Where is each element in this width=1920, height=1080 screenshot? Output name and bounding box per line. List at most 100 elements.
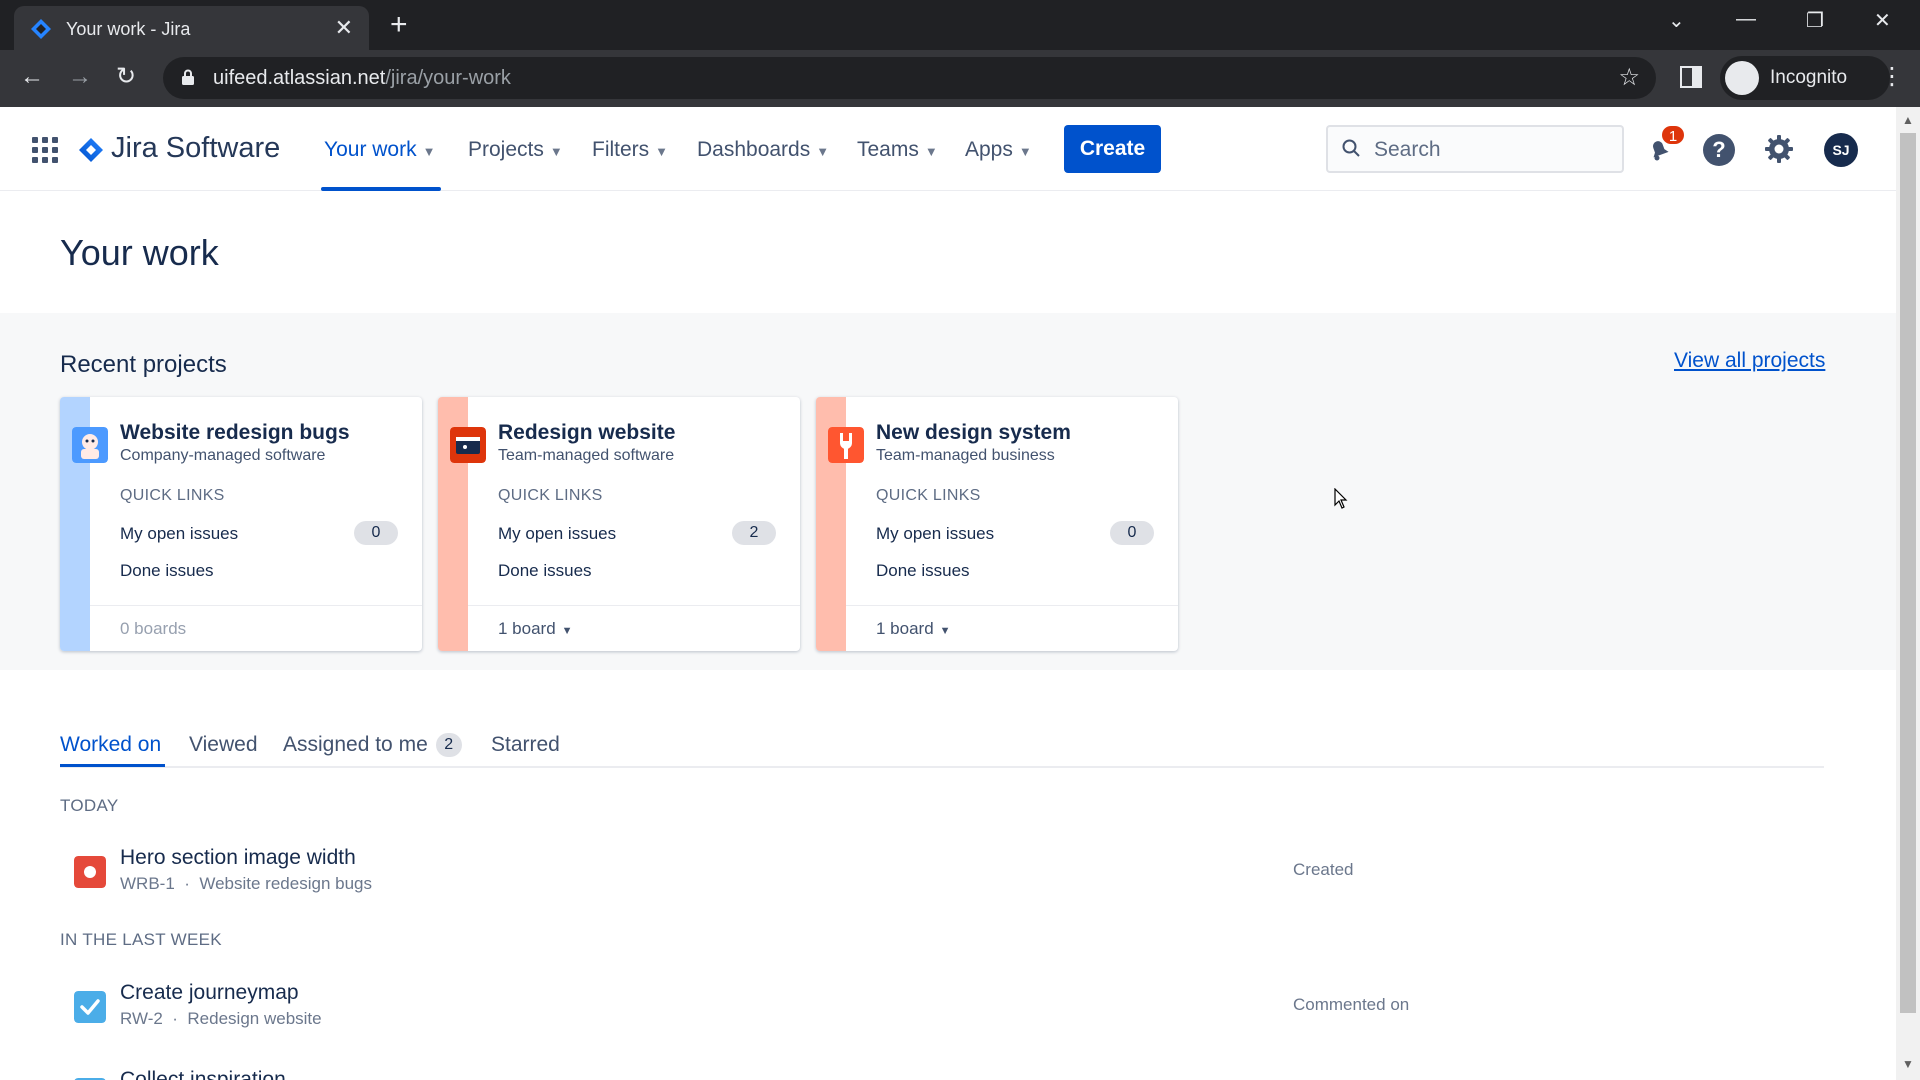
url-path: /jira/your-work bbox=[385, 67, 511, 89]
my-open-issues-link[interactable]: My open issues bbox=[120, 524, 238, 544]
meta-separator: · bbox=[184, 874, 190, 893]
notification-count-badge: 1 bbox=[1660, 124, 1686, 146]
side-panel-icon[interactable] bbox=[1680, 66, 1702, 88]
project-card-redesign-website[interactable]: Redesign website Team-managed software Q… bbox=[438, 397, 800, 651]
section-label-today: TODAY bbox=[60, 796, 119, 815]
project-card-new-design-system[interactable]: New design system Team-managed business … bbox=[816, 397, 1178, 651]
url-text: uifeed.atlassian.net/jira/your-work bbox=[213, 67, 511, 90]
scrollbar-thumb[interactable] bbox=[1900, 133, 1916, 1013]
search-icon bbox=[1342, 139, 1360, 157]
boards-dropdown[interactable]: 1 board ▼ bbox=[876, 619, 951, 639]
search-box[interactable] bbox=[1326, 125, 1624, 173]
open-issues-count-badge: 2 bbox=[732, 521, 776, 545]
jira-logo-icon[interactable] bbox=[78, 137, 104, 163]
app-switcher-icon[interactable] bbox=[32, 137, 58, 163]
nav-filters[interactable]: Filters ▼ bbox=[592, 138, 668, 162]
tab-starred[interactable]: Starred bbox=[491, 733, 560, 757]
new-tab-icon[interactable]: + bbox=[390, 10, 408, 40]
nav-dashboards-label: Dashboards bbox=[697, 138, 811, 161]
list-item[interactable]: Hero section image width WRB-1 · Website… bbox=[60, 846, 1824, 906]
user-avatar[interactable]: SJ bbox=[1824, 133, 1858, 167]
card-divider bbox=[846, 605, 1178, 606]
card-divider bbox=[90, 605, 422, 606]
nav-projects[interactable]: Projects ▼ bbox=[468, 138, 563, 162]
scroll-up-arrow-icon[interactable]: ▲ bbox=[1902, 113, 1914, 127]
nav-teams-label: Teams bbox=[857, 138, 919, 161]
nav-apps[interactable]: Apps ▼ bbox=[965, 138, 1032, 162]
list-item[interactable]: Create journeymap RW-2 · Redesign websit… bbox=[60, 981, 1824, 1041]
project-name[interactable]: Redesign website bbox=[498, 421, 675, 445]
project-name[interactable]: Website redesign bugs bbox=[120, 421, 350, 445]
project-name[interactable]: New design system bbox=[876, 421, 1071, 445]
forward-icon[interactable]: → bbox=[68, 62, 92, 92]
restore-icon[interactable]: ❐ bbox=[1806, 8, 1824, 33]
page-scrollbar[interactable]: ▲ ▼ bbox=[1896, 107, 1920, 1080]
create-button[interactable]: Create bbox=[1064, 125, 1161, 173]
boards-label: 1 board bbox=[876, 619, 934, 638]
reload-icon[interactable]: ↻ bbox=[116, 62, 136, 92]
lock-icon bbox=[182, 69, 194, 85]
jira-logo-text[interactable]: Jira Software bbox=[111, 132, 280, 165]
nav-teams[interactable]: Teams ▼ bbox=[857, 138, 938, 162]
back-icon[interactable]: ← bbox=[20, 62, 44, 92]
my-open-issues-link[interactable]: My open issues bbox=[876, 524, 994, 544]
settings-gear-icon[interactable] bbox=[1763, 133, 1795, 165]
done-issues-link[interactable]: Done issues bbox=[876, 561, 970, 581]
nav-projects-label: Projects bbox=[468, 138, 544, 161]
view-all-projects-link[interactable]: View all projects bbox=[1674, 349, 1825, 373]
issue-title[interactable]: Collect inspiration bbox=[120, 1068, 286, 1080]
issue-key: RW-2 bbox=[120, 1009, 163, 1028]
search-input[interactable] bbox=[1374, 136, 1604, 164]
browser-tab[interactable]: Your work - Jira ✕ bbox=[14, 6, 369, 50]
project-type: Company-managed software bbox=[120, 447, 326, 464]
chevron-down-icon: ▼ bbox=[939, 625, 951, 637]
tab-assigned-label: Assigned to me bbox=[283, 733, 428, 756]
boards-label: 1 board bbox=[498, 619, 556, 638]
issue-project: Website redesign bugs bbox=[199, 874, 372, 893]
jira-top-nav: Jira Software Your work ▼ Projects ▼ Filte… bbox=[0, 107, 1896, 191]
browser-tab-bar: Your work - Jira ✕ + ⌄ — ❐ ✕ bbox=[0, 0, 1920, 50]
issue-meta: RW-2 · Redesign website bbox=[120, 1009, 322, 1029]
scroll-down-arrow-icon[interactable]: ▼ bbox=[1902, 1057, 1914, 1071]
tab-worked-on[interactable]: Worked on bbox=[60, 733, 161, 757]
list-item[interactable]: Collect inspiration bbox=[60, 1068, 1824, 1080]
chevron-down-icon: ▼ bbox=[422, 144, 436, 159]
open-issues-count-badge: 0 bbox=[354, 521, 398, 545]
assigned-count-badge: 2 bbox=[435, 733, 462, 757]
active-tab-indicator bbox=[60, 764, 165, 767]
help-icon[interactable]: ? bbox=[1703, 134, 1735, 166]
url-host: uifeed.atlassian.net bbox=[213, 67, 386, 89]
issue-meta: WRB-1 · Website redesign bugs bbox=[120, 874, 372, 894]
project-type: Team-managed software bbox=[498, 447, 675, 464]
nav-dashboards[interactable]: Dashboards ▼ bbox=[697, 138, 829, 162]
tab-assigned-to-me[interactable]: Assigned to me 2 bbox=[283, 733, 462, 757]
jira-favicon-icon bbox=[31, 19, 51, 39]
quick-links-label: QUICK LINKS bbox=[120, 487, 225, 504]
task-issue-icon bbox=[74, 991, 106, 1023]
done-issues-link[interactable]: Done issues bbox=[498, 561, 592, 581]
close-tab-icon[interactable]: ✕ bbox=[335, 15, 353, 41]
incognito-icon bbox=[1725, 61, 1759, 95]
incognito-profile-button[interactable]: Incognito bbox=[1720, 56, 1890, 100]
section-label-last-week: IN THE LAST WEEK bbox=[60, 930, 222, 949]
tab-search-icon[interactable]: ⌄ bbox=[1668, 8, 1685, 33]
issue-title[interactable]: Create journeymap bbox=[120, 981, 299, 1005]
issue-title[interactable]: Hero section image width bbox=[120, 846, 356, 870]
tab-viewed[interactable]: Viewed bbox=[189, 733, 258, 757]
chevron-down-icon: ▼ bbox=[1018, 144, 1032, 159]
project-avatar-icon bbox=[828, 427, 864, 463]
minimize-icon[interactable]: — bbox=[1736, 8, 1756, 31]
nav-your-work[interactable]: Your work ▼ bbox=[324, 138, 435, 162]
nav-your-work-label: Your work bbox=[324, 138, 417, 161]
browser-tab-title: Your work - Jira bbox=[66, 19, 191, 39]
url-bar[interactable]: uifeed.atlassian.net/jira/your-work ☆ bbox=[163, 57, 1656, 99]
chevron-down-icon: ▼ bbox=[655, 144, 669, 159]
my-open-issues-link[interactable]: My open issues bbox=[498, 524, 616, 544]
done-issues-link[interactable]: Done issues bbox=[120, 561, 214, 581]
bookmark-star-icon[interactable]: ☆ bbox=[1618, 63, 1640, 92]
boards-dropdown[interactable]: 1 board ▼ bbox=[498, 619, 573, 639]
close-window-icon[interactable]: ✕ bbox=[1874, 8, 1891, 33]
project-card-website-redesign-bugs[interactable]: Website redesign bugs Company-managed so… bbox=[60, 397, 422, 651]
browser-menu-icon[interactable]: ⋮ bbox=[1880, 62, 1904, 91]
issue-action: Commented on bbox=[1293, 995, 1410, 1014]
